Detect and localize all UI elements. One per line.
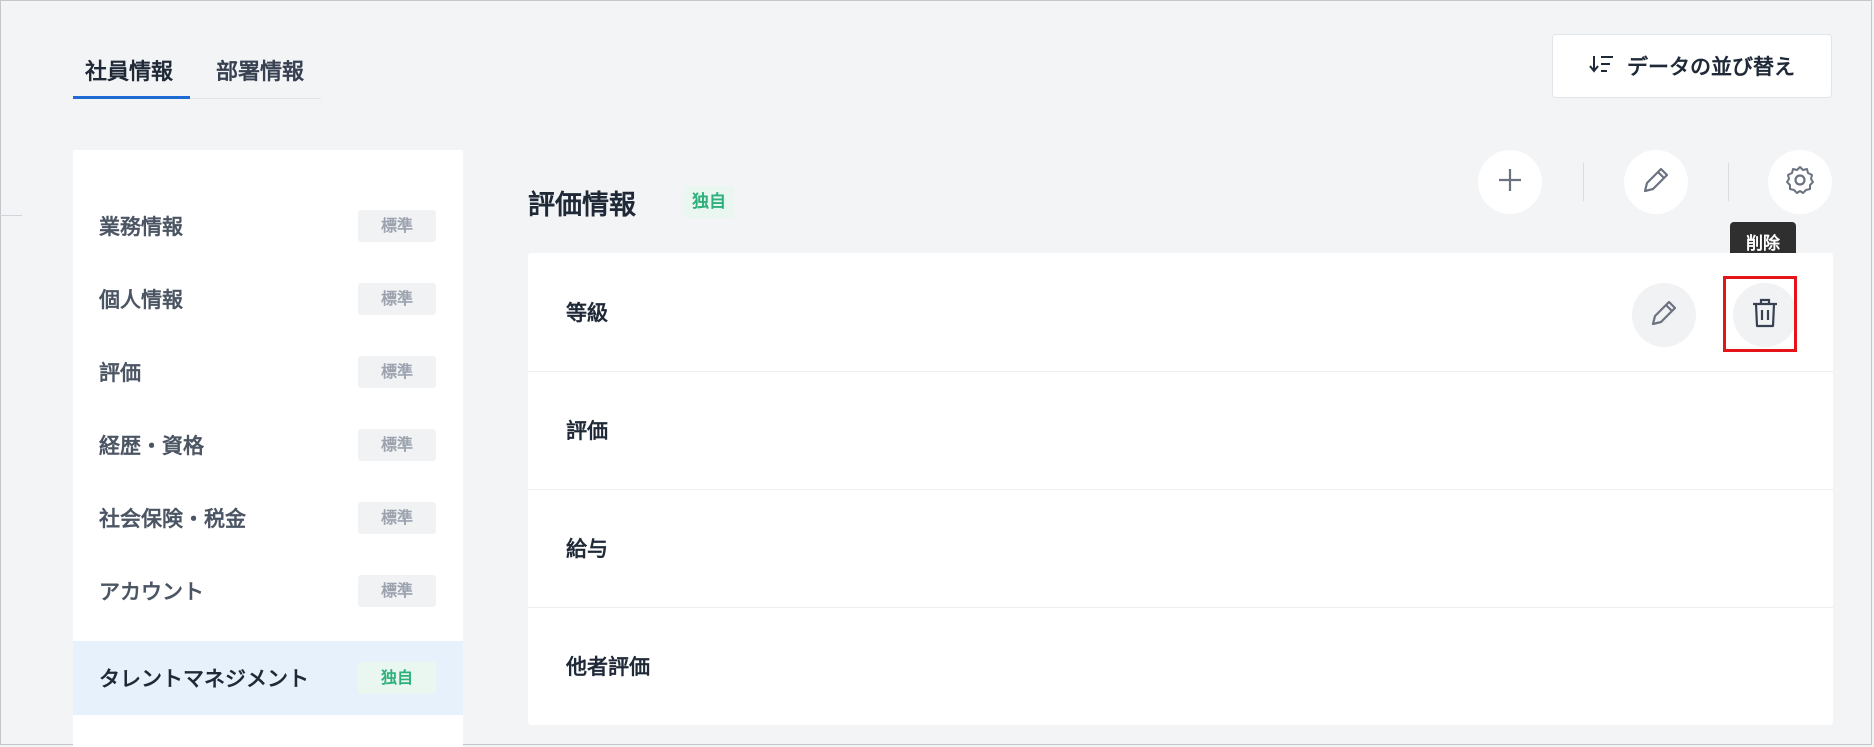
section-title: 評価情報 (528, 190, 636, 221)
list-item[interactable]: 他者評価 (528, 607, 1833, 725)
pencil-icon (1640, 164, 1672, 200)
sidebar-item-personal-info[interactable]: 個人情報 標準 (73, 262, 463, 335)
divider (1728, 163, 1729, 201)
highlight-box (1723, 276, 1797, 352)
sidebar-item-insurance-tax[interactable]: 社会保険・税金 標準 (73, 481, 463, 554)
sidebar-item-business-info[interactable]: 業務情報 標準 (73, 189, 463, 262)
standard-badge: 標準 (358, 574, 436, 607)
sidebar-item-label: 業務情報 (99, 214, 183, 239)
edit-row-button[interactable] (1632, 283, 1696, 347)
custom-badge: 独自 (358, 662, 436, 694)
sidebar-item-account[interactable]: アカウント 標準 (73, 554, 463, 627)
sidebar-item-label: 評価 (99, 360, 141, 385)
list-item[interactable]: 給与 (528, 489, 1833, 608)
top-tabs: 社員情報 部署情報 (73, 46, 321, 99)
add-button[interactable] (1478, 150, 1542, 214)
sidebar-item-talent-management[interactable]: タレントマネジメント 独自 (73, 641, 463, 715)
sidebar-item-label: アカウント (99, 579, 204, 604)
field-list: 等級 評価 給与 他者評価 (528, 253, 1833, 725)
plus-icon (1495, 165, 1525, 199)
divider (0, 215, 22, 216)
list-item-label: 等級 (566, 301, 608, 325)
standard-badge: 標準 (358, 355, 436, 388)
list-item-label: 給与 (566, 537, 608, 561)
sidebar-item-label: タレントマネジメント (99, 667, 309, 691)
tab-employee-info[interactable]: 社員情報 (85, 54, 173, 86)
sort-button-label: データの並び替え (1627, 55, 1795, 79)
custom-badge: 独自 (684, 186, 734, 218)
divider (1583, 163, 1584, 201)
gear-icon (1784, 164, 1816, 200)
list-item[interactable]: 等級 (528, 253, 1833, 372)
sidebar-item-label: 経歴・資格 (99, 433, 204, 458)
settings-button[interactable] (1768, 150, 1832, 214)
sidebar-item-label: 個人情報 (99, 287, 183, 312)
standard-badge: 標準 (358, 282, 436, 315)
standard-badge: 標準 (358, 209, 436, 242)
active-tab-indicator (73, 96, 190, 99)
sort-data-button[interactable]: データの並び替え (1552, 34, 1832, 98)
list-item-label: 他者評価 (566, 655, 650, 679)
edit-section-button[interactable] (1624, 150, 1688, 214)
tab-department-info[interactable]: 部署情報 (216, 54, 304, 86)
sidebar-item-evaluation[interactable]: 評価 標準 (73, 335, 463, 408)
list-item-label: 評価 (566, 419, 608, 443)
standard-badge: 標準 (358, 501, 436, 534)
sidebar-item-label: 社会保険・税金 (99, 506, 246, 531)
sidebar-item-career[interactable]: 経歴・資格 標準 (73, 408, 463, 481)
pencil-icon (1648, 297, 1680, 333)
sort-icon (1589, 53, 1615, 79)
standard-badge: 標準 (358, 428, 436, 461)
category-sidebar: 業務情報 標準 個人情報 標準 評価 標準 経歴・資格 標準 社会保険・税金 標… (73, 150, 463, 747)
list-item[interactable]: 評価 (528, 371, 1833, 490)
